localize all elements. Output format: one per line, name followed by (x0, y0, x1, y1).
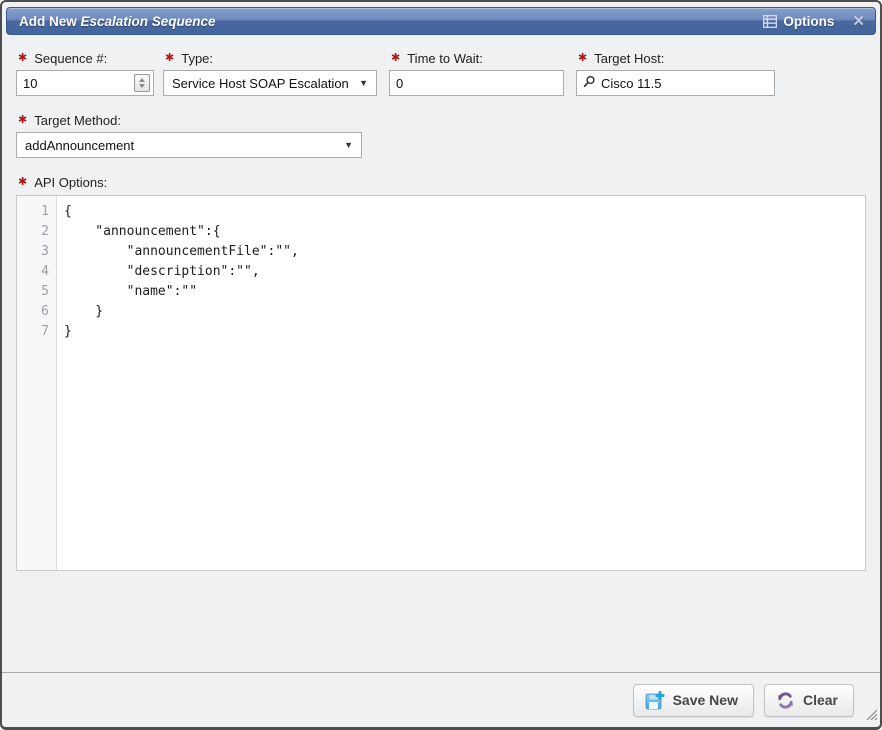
chevron-down-icon: ▼ (351, 78, 368, 88)
editor-code-area[interactable]: { "announcement":{ "announcementFile":""… (57, 196, 865, 570)
target-host-input[interactable]: Cisco 11.5 (576, 70, 775, 96)
form-row-1: ✱ Sequence #: ✱ Type: Service Ho (16, 51, 866, 96)
dialog-footer: Save New Clear (2, 672, 880, 727)
required-asterisk: ✱ (165, 53, 174, 64)
dialog-title: Add New Escalation Sequence (19, 14, 216, 29)
required-asterisk: ✱ (578, 53, 587, 64)
time-to-wait-input[interactable] (389, 70, 564, 96)
add-escalation-sequence-dialog: Add New Escalation Sequence Options ✕ (0, 0, 882, 730)
target-method-select[interactable]: addAnnouncement ▼ (16, 132, 362, 158)
table-icon (763, 15, 777, 28)
target-host-field-group: ✱ Target Host: Cisco 11.5 (576, 51, 775, 96)
code-line: "announcementFile":"", (64, 242, 865, 262)
code-line: "description":"", (64, 262, 865, 282)
code-line: "name":"" (64, 282, 865, 302)
api-options-label: ✱ API Options: (16, 175, 866, 190)
api-options-code-editor[interactable]: 1 2 3 4 5 6 7 { "announcement":{ "announ… (16, 195, 866, 571)
dialog-body: ✱ Sequence #: ✱ Type: Service Ho (2, 35, 880, 672)
code-line: { (64, 202, 865, 222)
target-method-select-value: addAnnouncement (25, 138, 134, 153)
target-method-field-group: ✱ Target Method: addAnnouncement ▼ (16, 113, 362, 158)
api-options-field-group: ✱ API Options: 1 2 3 4 5 6 7 { "announce… (16, 175, 866, 571)
magnifier-icon (583, 75, 596, 91)
clear-button[interactable]: Clear (764, 684, 854, 717)
target-method-label: ✱ Target Method: (16, 113, 362, 128)
close-icon[interactable]: ✕ (852, 14, 865, 29)
required-asterisk: ✱ (18, 115, 27, 126)
code-line: } (64, 322, 865, 342)
dialog-title-emphasis: Escalation Sequence (81, 14, 216, 29)
required-asterisk: ✱ (18, 53, 27, 64)
resize-grip[interactable] (864, 707, 877, 725)
required-asterisk: ✱ (391, 53, 400, 64)
refresh-icon (776, 691, 795, 710)
save-new-button-label: Save New (673, 692, 738, 708)
time-to-wait-field-group: ✱ Time to Wait: (389, 51, 564, 96)
number-spinner[interactable] (134, 74, 150, 92)
target-host-label: ✱ Target Host: (576, 51, 775, 66)
spinner-down-icon[interactable] (139, 84, 145, 88)
save-plus-icon (645, 690, 665, 710)
type-label: ✱ Type: (163, 51, 377, 66)
sequence-label: ✱ Sequence #: (16, 51, 154, 66)
target-host-value: Cisco 11.5 (601, 76, 661, 91)
editor-line-numbers: 1 2 3 4 5 6 7 (17, 196, 57, 570)
options-button-label: Options (783, 14, 834, 29)
chevron-down-icon: ▼ (336, 140, 353, 150)
code-line: "announcement":{ (64, 222, 865, 242)
options-button[interactable]: Options (763, 14, 834, 29)
form-row-2: ✱ Target Method: addAnnouncement ▼ (16, 113, 866, 158)
sequence-field-group: ✱ Sequence #: (16, 51, 154, 96)
time-to-wait-label: ✱ Time to Wait: (389, 51, 564, 66)
save-new-button[interactable]: Save New (633, 684, 754, 717)
spinner-up-icon[interactable] (139, 78, 145, 82)
clear-button-label: Clear (803, 692, 838, 708)
code-line: } (64, 302, 865, 322)
required-asterisk: ✱ (18, 177, 27, 188)
type-field-group: ✱ Type: Service Host SOAP Escalation ▼ (163, 51, 377, 96)
type-select-value: Service Host SOAP Escalation (172, 76, 349, 91)
type-select[interactable]: Service Host SOAP Escalation ▼ (163, 70, 377, 96)
dialog-titlebar: Add New Escalation Sequence Options ✕ (6, 7, 876, 35)
